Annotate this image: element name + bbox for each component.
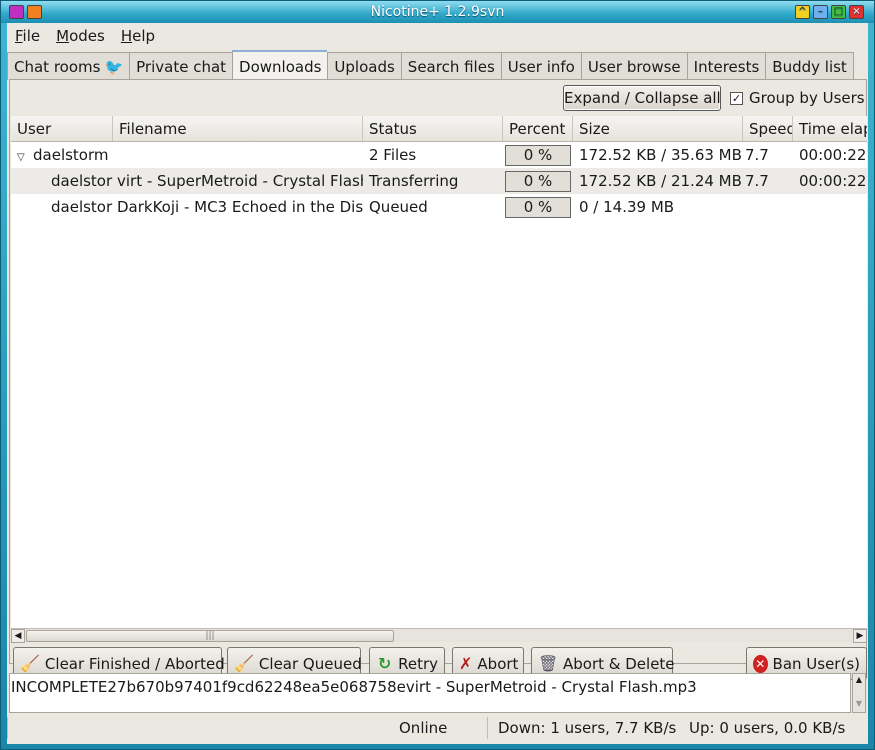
- row-size: 0 / 14.39 MB: [579, 198, 675, 216]
- status-bar: Online Down: 1 users, 7.7 KB/s Up: 0 use…: [7, 717, 868, 743]
- abort-x-icon: ✗: [459, 653, 473, 673]
- column-size[interactable]: Size: [573, 116, 743, 141]
- row-progress: 0 %: [505, 144, 571, 166]
- tab-interests[interactable]: Interests: [686, 52, 766, 80]
- column-time-elapsed[interactable]: Time elapsed: [793, 116, 867, 141]
- row-speed: 7.7: [745, 146, 769, 164]
- tab-downloads[interactable]: Downloads: [232, 50, 328, 81]
- row-size: 172.52 KB / 35.63 MB: [579, 146, 742, 164]
- row-filename: virt - SuperMetroid - Crystal Flash.mp3: [117, 172, 363, 190]
- app-window: Nicotine+ 1.2.9svn ^ – □ × File Modes He…: [0, 0, 875, 750]
- scroll-thumb[interactable]: |||: [26, 630, 394, 642]
- row-progress: 0 %: [505, 196, 571, 218]
- column-status[interactable]: Status: [363, 116, 503, 141]
- group-by-users-label: Group by Users: [749, 89, 865, 107]
- window-menu-icon[interactable]: [9, 5, 24, 19]
- row-user: daelstorm: [51, 198, 113, 216]
- scroll-left-icon[interactable]: ◀: [11, 629, 25, 643]
- window-grid-icon[interactable]: [27, 5, 42, 19]
- table-row[interactable]: daelstorm virt - SuperMetroid - Crystal …: [11, 168, 867, 194]
- tab-user-browse[interactable]: User browse: [580, 52, 687, 80]
- column-filename[interactable]: Filename: [113, 116, 363, 141]
- row-status: Transferring: [369, 172, 459, 190]
- log-vertical-scrollbar[interactable]: ▲ ▼: [852, 673, 866, 713]
- tab-chat-rooms[interactable]: Chat rooms 🐦: [7, 52, 130, 80]
- tab-user-info[interactable]: User info: [500, 52, 581, 80]
- tab-uploads[interactable]: Uploads: [327, 52, 401, 80]
- bird-icon: 🐦: [104, 58, 124, 76]
- window-title: Nicotine+ 1.2.9svn: [370, 4, 505, 20]
- row-time: 00:00:22: [799, 172, 867, 190]
- retry-arrow-icon: ↻: [377, 653, 392, 673]
- menu-file[interactable]: File: [7, 23, 48, 49]
- row-size: 172.52 KB / 21.24 MB: [579, 172, 742, 190]
- horizontal-scrollbar[interactable]: ◀ ||| ▶: [11, 628, 867, 643]
- table-row[interactable]: ▽ daelstorm 2 Files 0 % 172.52 KB / 35.63…: [11, 142, 867, 168]
- menu-bar: File Modes Help: [7, 23, 868, 49]
- scroll-right-icon[interactable]: ▶: [853, 629, 867, 643]
- row-speed: 7.7: [745, 172, 769, 190]
- broom-icon: 🧹: [234, 653, 254, 673]
- upload-status: Up: 0 users, 0.0 KB/s: [689, 719, 846, 737]
- row-time: 00:00:22: [799, 146, 867, 164]
- row-status: 2 Files: [369, 146, 417, 164]
- log-output[interactable]: INCOMPLETE27b670b97401f9cd62248ea5e06875…: [9, 673, 851, 713]
- tab-search-files[interactable]: Search files: [400, 52, 501, 80]
- collapse-arrow-icon[interactable]: ▽: [17, 152, 29, 163]
- ban-icon: ✕: [753, 654, 768, 673]
- group-by-users-checkbox[interactable]: ✓: [730, 91, 743, 105]
- transfers-tree[interactable]: User Filename Status Percent Size Speed …: [11, 116, 867, 628]
- column-user[interactable]: User: [11, 116, 113, 141]
- scroll-down-icon[interactable]: ▼: [853, 698, 865, 710]
- trash-icon: 🗑: [538, 653, 559, 673]
- tree-header: User Filename Status Percent Size Speed …: [11, 116, 867, 142]
- row-status: Queued: [369, 198, 428, 216]
- row-user: daelstorm: [51, 172, 113, 190]
- column-percent[interactable]: Percent: [503, 116, 573, 141]
- expand-collapse-button[interactable]: Expand / Collapse all: [563, 85, 721, 111]
- table-row[interactable]: daelstorm DarkKoji - MC3 Echoed in the D…: [11, 194, 867, 220]
- group-by-users-toggle[interactable]: ✓ Group by Users: [730, 89, 865, 107]
- column-speed[interactable]: Speed: [743, 116, 793, 141]
- row-filename: DarkKoji - MC3 Echoed in the Distance.mp…: [117, 198, 363, 216]
- broom-icon: 🧹: [20, 653, 40, 673]
- connection-status: Online: [399, 719, 448, 737]
- main-tabs: Chat rooms 🐦 Private chat Downloads Uploa…: [7, 50, 868, 81]
- shade-icon[interactable]: ^: [795, 5, 810, 19]
- tab-private-chat[interactable]: Private chat: [129, 52, 233, 80]
- tab-buddy-list[interactable]: Buddy list: [765, 52, 854, 80]
- menu-modes[interactable]: Modes: [48, 23, 113, 49]
- close-icon[interactable]: ×: [849, 5, 864, 19]
- minimize-icon[interactable]: –: [813, 5, 828, 19]
- downloads-panel: Expand / Collapse all ✓ Group by Users U…: [9, 79, 867, 680]
- download-status: Down: 1 users, 7.7 KB/s: [498, 719, 677, 737]
- scroll-up-icon[interactable]: ▲: [853, 674, 865, 686]
- row-user: daelstorm: [33, 146, 109, 164]
- title-bar[interactable]: Nicotine+ 1.2.9svn ^ – □ ×: [1, 1, 874, 23]
- row-progress: 0 %: [505, 170, 571, 192]
- maximize-icon[interactable]: □: [831, 5, 846, 19]
- menu-help[interactable]: Help: [113, 23, 163, 49]
- client-area: File Modes Help Chat rooms 🐦 Private chat…: [7, 23, 868, 744]
